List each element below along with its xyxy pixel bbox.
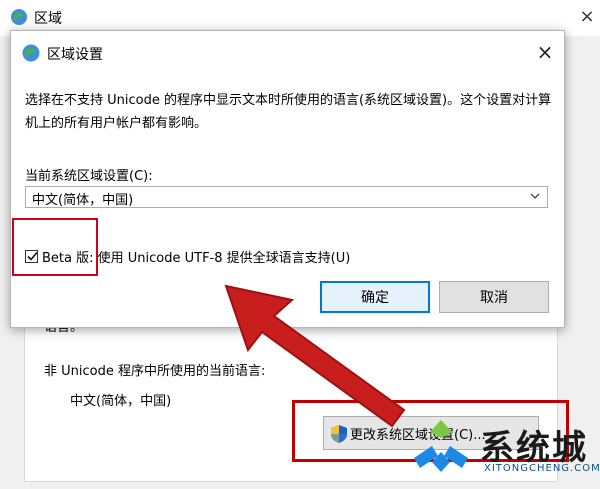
current-language-value: 中文(简体，中国) — [70, 394, 172, 409]
dialog-title: 区域设置 — [47, 47, 103, 63]
watermark-logo-icon — [414, 420, 468, 472]
beta-highlight-box — [12, 218, 98, 276]
system-locale-dropdown[interactable]: 中文(简体，中国) — [25, 186, 548, 208]
globe-icon — [11, 9, 27, 25]
region-window-title: 区域 — [34, 11, 62, 27]
red-arrow-icon — [224, 284, 406, 428]
watermark-brand: 系统城 — [480, 428, 588, 468]
cancel-button[interactable]: 取消 — [439, 281, 549, 313]
dialog-close-button[interactable]: × — [533, 40, 557, 64]
current-locale-label: 当前系统区域设置(C): — [25, 169, 153, 184]
region-close-button[interactable]: × — [576, 6, 598, 28]
chevron-down-icon — [530, 193, 540, 199]
system-locale-value: 中文(简体，中国) — [32, 193, 134, 208]
globe-icon — [22, 44, 40, 62]
watermark-url: XITONGCHENG.COM — [484, 463, 600, 474]
dialog-description: 选择在不支持 Unicode 的程序中显示文本时所使用的语言(系统区域设置)。这… — [25, 93, 552, 131]
